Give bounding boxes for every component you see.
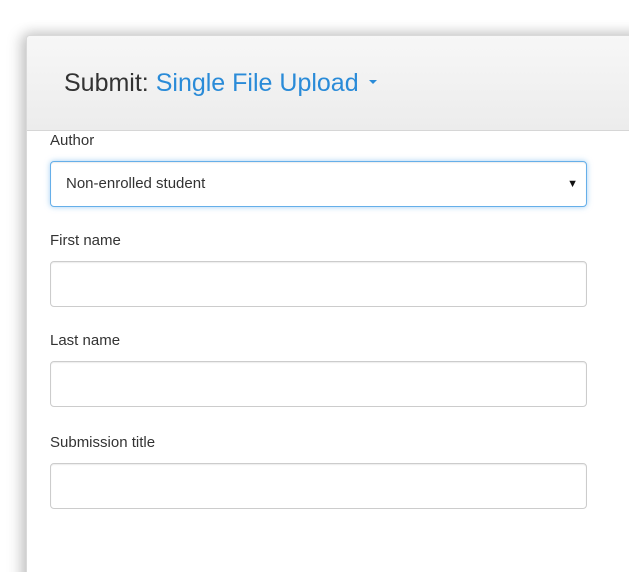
submission-title-group: Submission title <box>50 432 587 509</box>
first-name-label: First name <box>50 232 121 249</box>
author-select[interactable]: Non-enrolled student ▼ <box>50 161 587 207</box>
dropdown-arrow-icon: ▼ <box>567 178 578 190</box>
title-prefix: Submit: <box>64 68 149 97</box>
submission-title-field[interactable] <box>50 463 587 509</box>
submission-title-label: Submission title <box>50 434 156 451</box>
submission-type-label: Single File Upload <box>155 68 359 97</box>
author-selected-value: Non-enrolled student <box>66 175 206 192</box>
submission-form: Author Non-enrolled student ▼ First name… <box>50 130 587 509</box>
page: Submit: Single File Upload Author Non-en… <box>0 0 629 572</box>
last-name-field[interactable] <box>50 361 587 407</box>
author-label: Author <box>50 132 95 149</box>
submission-type-dropdown[interactable]: Single File Upload <box>156 69 377 97</box>
last-name-group: Last name <box>50 330 587 407</box>
page-title: Submit: Single File Upload <box>64 69 377 98</box>
first-name-field[interactable] <box>50 261 587 307</box>
caret-down-icon <box>368 79 377 84</box>
last-name-label: Last name <box>50 332 121 349</box>
author-group: Author Non-enrolled student ▼ <box>50 130 587 207</box>
first-name-group: First name <box>50 230 587 307</box>
panel-heading: Submit: Single File Upload <box>27 36 629 131</box>
